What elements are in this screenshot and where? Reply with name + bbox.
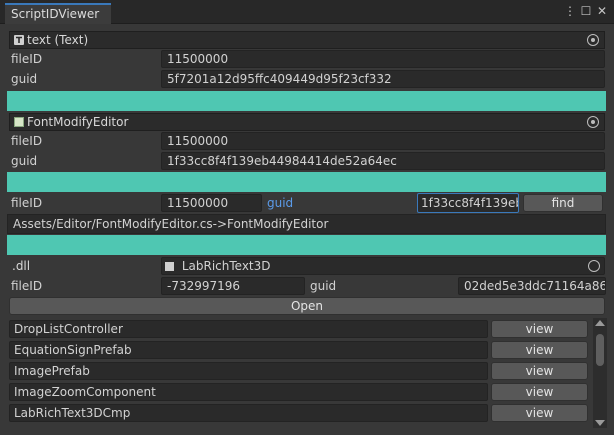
- more-menu-icon[interactable]: ⋮: [564, 4, 576, 18]
- guid-field[interactable]: 5f7201a12d95ffc409449d95f23cf332: [161, 70, 605, 88]
- guid-label: guid: [11, 154, 38, 168]
- fileid-label: fileID: [11, 134, 43, 148]
- dll-object-name: LabRichText3D: [181, 259, 271, 273]
- scroll-down-icon[interactable]: [595, 420, 605, 426]
- fileid-label: fileID: [11, 52, 43, 66]
- search-guid-input[interactable]: 1f33cc8f4f139eb: [417, 193, 519, 213]
- result-path: Assets/Editor/FontModifyEditor.cs->FontM…: [7, 214, 606, 234]
- separator-bar: [7, 91, 606, 111]
- search-guid-label: guid: [267, 196, 294, 210]
- tab-scriptidviewer[interactable]: ScriptIDViewer: [5, 3, 111, 24]
- list-item[interactable]: ImagePrefab: [9, 362, 488, 380]
- view-button[interactable]: view: [491, 383, 588, 401]
- dll-guid-field[interactable]: 02ded5e3ddc71164a861: [458, 277, 606, 295]
- settings-icon[interactable]: [587, 34, 599, 46]
- close-icon[interactable]: ✕: [596, 4, 608, 18]
- list-item[interactable]: DropListController: [9, 320, 488, 338]
- section-title: text (Text): [27, 33, 89, 47]
- dll-fileid-label: fileID: [11, 279, 43, 293]
- object-picker-icon[interactable]: [588, 260, 600, 272]
- view-button[interactable]: view: [491, 362, 588, 380]
- search-fileid-label: fileID: [11, 196, 43, 210]
- settings-icon[interactable]: [587, 116, 599, 128]
- separator-bar: [7, 235, 606, 255]
- script-asset-icon: [165, 262, 174, 271]
- list-item[interactable]: EquationSignPrefab: [9, 341, 488, 359]
- window-controls: ⋮ ☐ ✕: [564, 4, 608, 18]
- text-component-icon: [14, 35, 24, 45]
- fileid-field[interactable]: 11500000: [161, 50, 605, 68]
- section-header-fontmodifyeditor: FontModifyEditor: [9, 113, 605, 131]
- find-button[interactable]: find: [523, 194, 603, 212]
- list-item[interactable]: ImageZoomComponent: [9, 383, 488, 401]
- dll-object-field[interactable]: LabRichText3D: [161, 257, 605, 275]
- dll-guid-label: guid: [310, 279, 337, 293]
- search-fileid-input[interactable]: 11500000: [161, 194, 262, 212]
- separator-bar: [7, 172, 606, 192]
- view-button[interactable]: view: [491, 404, 588, 422]
- guid-field[interactable]: 1f33cc8f4f139eb44984414de52a64ec: [161, 152, 605, 170]
- open-button[interactable]: Open: [9, 297, 605, 315]
- list-item[interactable]: LabRichText3DCmp: [9, 404, 488, 422]
- fileid-field[interactable]: 11500000: [161, 132, 605, 150]
- dll-label: .dll: [12, 259, 31, 273]
- view-button[interactable]: view: [491, 320, 588, 338]
- script-file-icon: [14, 117, 24, 127]
- section-header-text: text (Text): [9, 31, 605, 49]
- guid-label: guid: [11, 72, 38, 86]
- section-title: FontModifyEditor: [27, 115, 129, 129]
- dll-fileid-field[interactable]: -732997196: [161, 277, 305, 295]
- view-button[interactable]: view: [491, 341, 588, 359]
- scrollbar-thumb[interactable]: [596, 334, 604, 366]
- maximize-icon[interactable]: ☐: [580, 4, 592, 18]
- scroll-up-icon[interactable]: [595, 320, 605, 326]
